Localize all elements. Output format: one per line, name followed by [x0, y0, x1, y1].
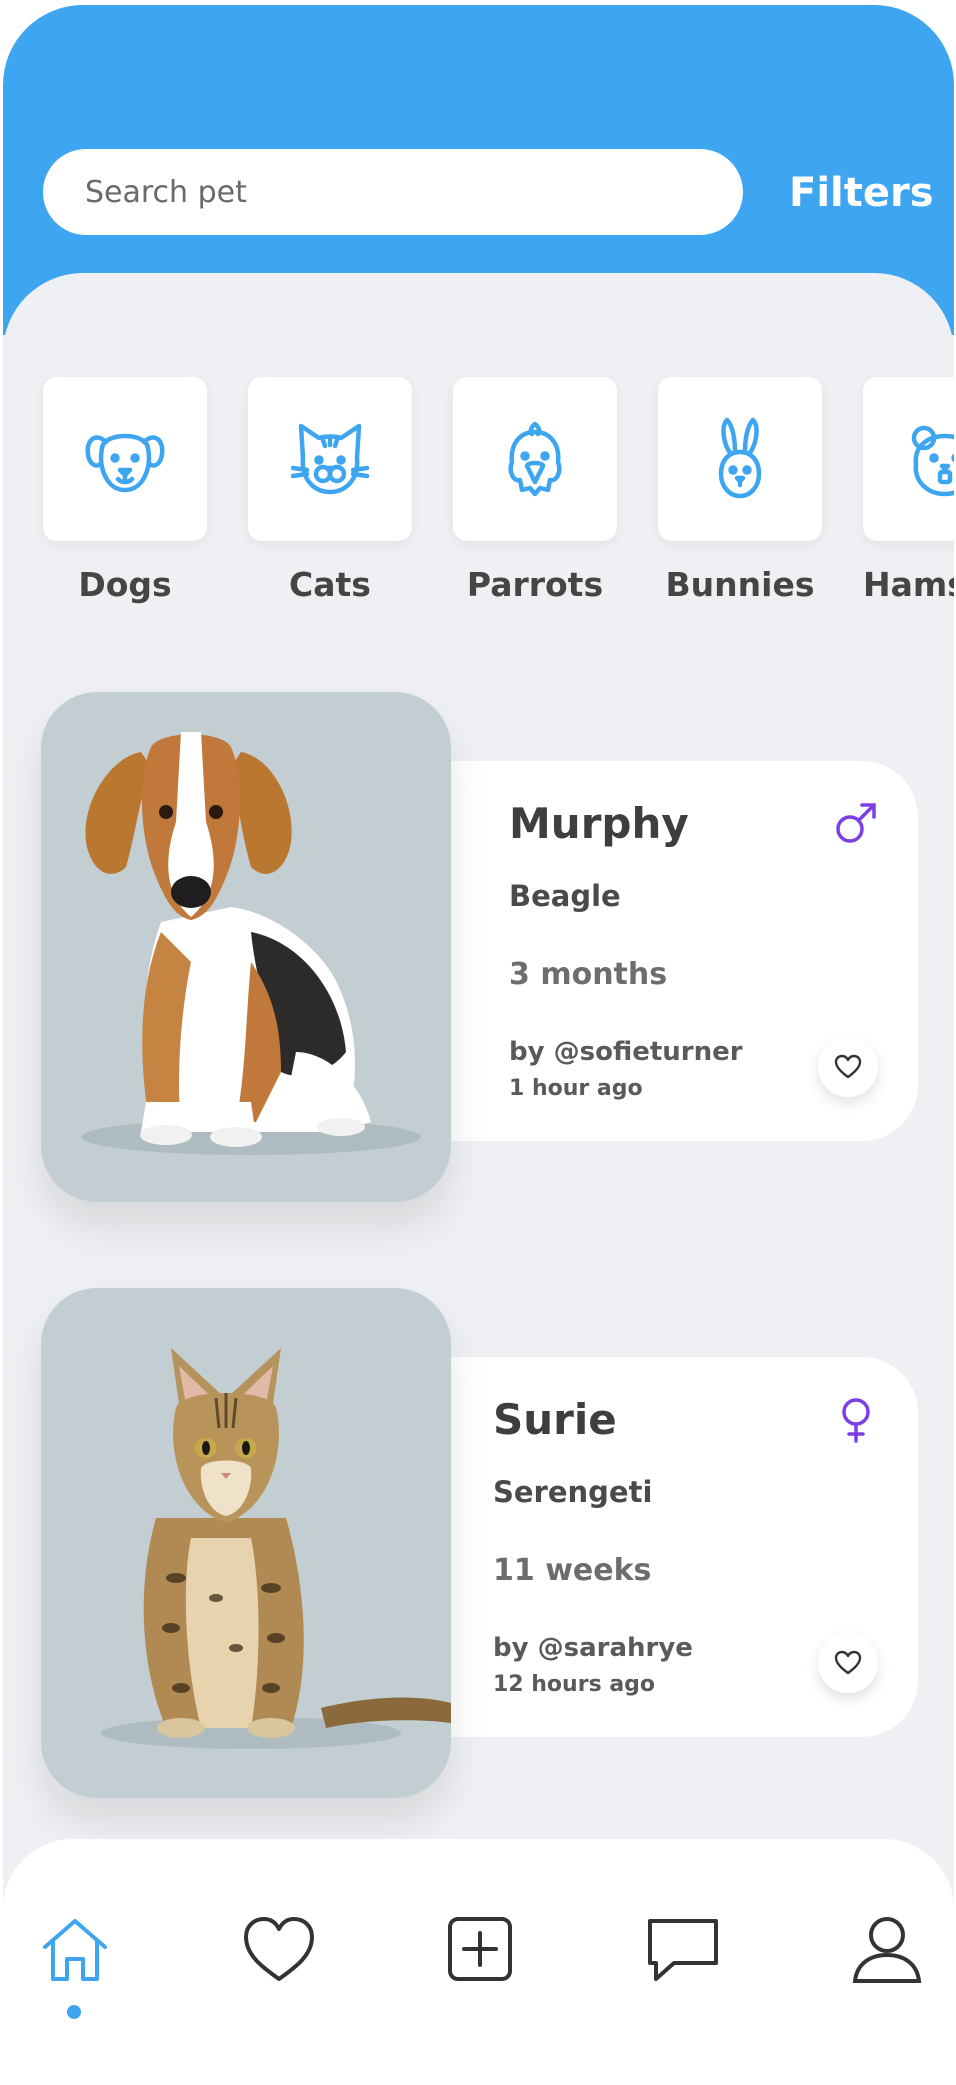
nav-home[interactable]	[35, 1909, 115, 1989]
category-bunnies[interactable]: Bunnies	[658, 377, 822, 604]
pet-age: 11 weeks	[493, 1553, 652, 1588]
filters-button[interactable]: Filters	[789, 170, 934, 216]
category-box	[248, 377, 412, 541]
heart-icon	[834, 1650, 862, 1675]
pet-name: Surie	[493, 1395, 617, 1444]
category-label: Parrots	[466, 565, 604, 604]
category-label: Dogs	[78, 565, 172, 604]
bunny-icon	[718, 417, 762, 499]
home-icon	[43, 1919, 107, 1981]
pet-breed: Beagle	[509, 879, 621, 913]
search-input[interactable]: Search pet	[43, 149, 743, 235]
category-dogs[interactable]: Dogs	[43, 377, 207, 604]
parrot-icon	[508, 421, 562, 497]
category-label: Cats	[289, 565, 371, 604]
active-indicator	[67, 2005, 81, 2019]
heart-icon	[834, 1054, 862, 1079]
bottom-nav	[3, 1839, 954, 2085]
category-box	[658, 377, 822, 541]
chat-icon	[648, 1919, 718, 1981]
male-icon	[836, 803, 876, 843]
category-box	[453, 377, 617, 541]
pet-photo[interactable]	[41, 1288, 451, 1798]
dog-icon	[85, 433, 165, 493]
pet-name: Murphy	[509, 799, 689, 848]
pet-age: 3 months	[509, 957, 668, 992]
like-button[interactable]	[818, 1037, 878, 1097]
pet-author[interactable]: by @sofieturner	[509, 1037, 743, 1067]
category-box	[43, 377, 207, 541]
nav-profile[interactable]	[847, 1909, 927, 1989]
pet-breed: Serengeti	[493, 1475, 653, 1509]
category-label: Hamsters	[863, 565, 954, 604]
main-content: Dogs Cats Parrots Bunnies Ham Murphy Bea…	[3, 273, 954, 2085]
pet-photo[interactable]	[41, 692, 451, 1202]
kitten-image	[101, 1348, 451, 1749]
category-parrots[interactable]: Parrots	[453, 377, 617, 604]
app-screen: Search pet Filters Dogs Cats Parrots Bun…	[3, 5, 954, 2085]
beagle-image	[81, 732, 421, 1155]
like-button[interactable]	[818, 1633, 878, 1693]
hamster-icon	[911, 425, 954, 497]
nav-messages[interactable]	[643, 1909, 723, 1989]
heart-icon	[244, 1917, 314, 1981]
pet-author[interactable]: by @sarahrye	[493, 1633, 693, 1663]
nav-add[interactable]	[440, 1909, 520, 1989]
category-hamsters[interactable]: Hamsters	[863, 377, 954, 604]
pet-card-info: Murphy Beagle 3 months by @sofieturner 1…	[423, 761, 918, 1141]
category-label: Bunnies	[665, 565, 815, 604]
pet-posted-time: 1 hour ago	[509, 1076, 643, 1101]
nav-favorites[interactable]	[239, 1909, 319, 1989]
category-cats[interactable]: Cats	[248, 377, 412, 604]
female-icon	[842, 1398, 870, 1443]
pet-posted-time: 12 hours ago	[493, 1672, 656, 1697]
pet-card-info: Surie Serengeti 11 weeks by @sarahrye 12…	[423, 1357, 918, 1737]
search-placeholder: Search pet	[85, 174, 247, 210]
category-box	[863, 377, 954, 541]
profile-icon	[852, 1917, 922, 1983]
cat-icon	[290, 423, 370, 495]
add-icon	[448, 1917, 512, 1981]
